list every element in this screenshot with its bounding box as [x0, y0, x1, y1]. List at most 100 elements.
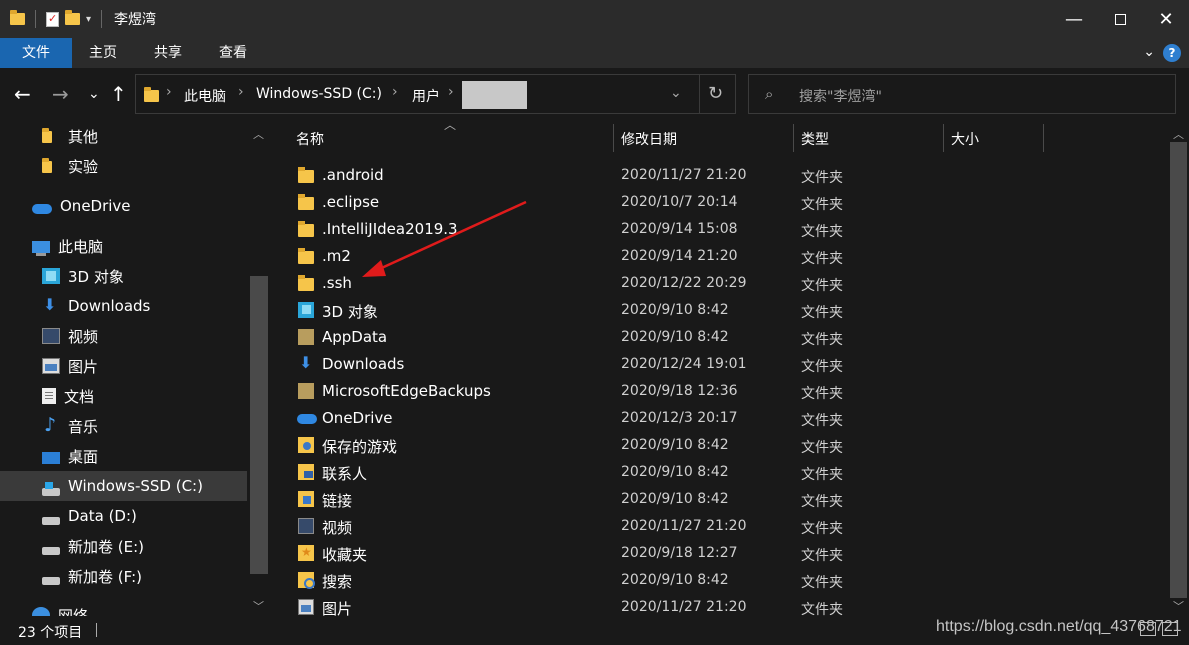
- file-row[interactable]: 3D 对象 2020/9/10 8:42 文件夹: [270, 297, 1168, 324]
- file-type: 文件夹: [801, 170, 843, 186]
- file-date: 2020/11/27 21:20: [621, 167, 747, 183]
- item-count: 23 个项目: [18, 625, 83, 641]
- maximize-button[interactable]: [1097, 0, 1143, 38]
- breadcrumb-this-pc[interactable]: 此电脑: [184, 86, 226, 106]
- tab-home[interactable]: 主页: [78, 38, 128, 68]
- file-type: 文件夹: [801, 278, 843, 294]
- sidebar-item-volume-f[interactable]: 新加卷 (F:): [0, 561, 247, 591]
- search-input[interactable]: 搜索"李煜湾": [799, 86, 882, 106]
- scroll-down-icon[interactable]: ﹀: [1173, 598, 1184, 614]
- file-type: 文件夹: [801, 521, 843, 537]
- navigation-bar: ← → ⌄ ↑ › 此电脑 › Windows-SSD (C:) › 用户 › …: [0, 68, 1189, 124]
- column-type[interactable]: 类型: [801, 129, 829, 149]
- file-date: 2020/9/14 21:20: [621, 248, 738, 264]
- file-row[interactable]: 收藏夹 2020/9/18 12:27 文件夹: [270, 540, 1168, 567]
- sidebar-item-3d-objects[interactable]: 3D 对象: [0, 261, 247, 291]
- scroll-up-icon[interactable]: ︿: [253, 126, 264, 142]
- customize-toolbar-icon[interactable]: ▾: [86, 14, 91, 25]
- sidebar-item-network[interactable]: 网络: [0, 600, 247, 616]
- help-icon[interactable]: ?: [1163, 44, 1181, 62]
- download-icon: [298, 353, 314, 372]
- file-name: 链接: [322, 492, 353, 510]
- forward-button[interactable]: →: [52, 82, 69, 106]
- file-row[interactable]: 链接 2020/9/10 8:42 文件夹: [270, 486, 1168, 513]
- file-row[interactable]: AppData 2020/9/10 8:42 文件夹: [270, 324, 1168, 351]
- file-row[interactable]: .eclipse 2020/10/7 20:14 文件夹: [270, 189, 1168, 216]
- file-type: 文件夹: [801, 467, 843, 483]
- refresh-button[interactable]: ↻: [708, 83, 723, 104]
- sidebar-item-desktop[interactable]: 桌面: [0, 441, 247, 471]
- column-name[interactable]: 名称: [296, 129, 324, 149]
- close-button[interactable]: ✕: [1143, 0, 1189, 38]
- scroll-down-icon[interactable]: ﹀: [253, 598, 264, 614]
- file-row[interactable]: .ssh 2020/12/22 20:29 文件夹: [270, 270, 1168, 297]
- file-row[interactable]: 图片 2020/11/27 21:20 文件夹: [270, 594, 1168, 616]
- breadcrumb-drive[interactable]: Windows-SSD (C:): [256, 86, 382, 102]
- column-divider[interactable]: [943, 124, 944, 152]
- file-list-scrollbar[interactable]: ︿ ﹀: [1168, 124, 1189, 616]
- file-row[interactable]: 搜索 2020/9/10 8:42 文件夹: [270, 567, 1168, 594]
- cube-icon: [298, 302, 314, 318]
- file-row[interactable]: 保存的游戏 2020/9/10 8:42 文件夹: [270, 432, 1168, 459]
- sidebar-item-label: 视频: [68, 327, 99, 346]
- large-icons-view-icon[interactable]: [1162, 622, 1178, 636]
- sidebar-item-other[interactable]: 其他: [0, 124, 247, 151]
- navigation-scrollbar[interactable]: ︿ ﹀: [248, 124, 270, 616]
- details-view-icon[interactable]: [1140, 622, 1156, 636]
- address-bar[interactable]: › 此电脑 › Windows-SSD (C:) › 用户 › ⌄ ↻: [135, 74, 736, 114]
- up-button[interactable]: ↑: [110, 82, 127, 106]
- tab-share[interactable]: 共享: [143, 38, 193, 68]
- sidebar-item-downloads[interactable]: Downloads: [0, 291, 247, 321]
- recent-locations-button[interactable]: ⌄: [88, 86, 100, 102]
- sidebar-item-videos[interactable]: 视频: [0, 321, 247, 351]
- breadcrumb-redacted[interactable]: [462, 81, 527, 109]
- sidebar-item-music[interactable]: 音乐: [0, 411, 247, 441]
- file-row[interactable]: .m2 2020/9/14 21:20 文件夹: [270, 243, 1168, 270]
- file-date: 2020/9/10 8:42: [621, 491, 729, 507]
- column-size[interactable]: 大小: [951, 129, 979, 149]
- hidden-folder-icon: [298, 329, 314, 345]
- search-box[interactable]: ⌕ 搜索"李煜湾": [748, 74, 1176, 114]
- column-divider[interactable]: [793, 124, 794, 152]
- sidebar-item-windows-ssd[interactable]: Windows-SSD (C:): [0, 471, 247, 501]
- file-row[interactable]: 视频 2020/11/27 21:20 文件夹: [270, 513, 1168, 540]
- breadcrumb-separator[interactable]: ›: [392, 84, 398, 100]
- scroll-up-icon[interactable]: ︿: [1173, 126, 1184, 142]
- sidebar-item-experiment[interactable]: 实验: [0, 151, 247, 181]
- tab-file[interactable]: 文件: [0, 38, 72, 68]
- breadcrumb-users[interactable]: 用户: [412, 86, 440, 106]
- back-button[interactable]: ←: [14, 82, 31, 106]
- breadcrumb-separator[interactable]: ›: [448, 84, 454, 100]
- sidebar-item-data-d[interactable]: Data (D:): [0, 501, 247, 531]
- scrollbar-thumb[interactable]: [1170, 142, 1187, 598]
- file-row[interactable]: .android 2020/11/27 21:20 文件夹: [270, 162, 1168, 189]
- cube-icon: [42, 268, 60, 284]
- sidebar-item-volume-e[interactable]: 新加卷 (E:): [0, 531, 247, 561]
- file-date: 2020/10/7 20:14: [621, 194, 738, 210]
- minimize-button[interactable]: —: [1051, 0, 1097, 38]
- sidebar-item-label: 新加卷 (F:): [68, 567, 142, 586]
- scrollbar-thumb[interactable]: [250, 276, 268, 574]
- column-date-modified[interactable]: 修改日期: [621, 129, 677, 149]
- folder-icon: [144, 87, 159, 102]
- expand-ribbon-icon[interactable]: ⌄: [1143, 44, 1155, 60]
- new-folder-icon[interactable]: [65, 10, 80, 25]
- properties-icon[interactable]: [46, 11, 59, 27]
- file-name: 3D 对象: [322, 303, 378, 321]
- file-row[interactable]: .IntelliJIdea2019.3 2020/9/14 15:08 文件夹: [270, 216, 1168, 243]
- sidebar-item-pictures[interactable]: 图片: [0, 351, 247, 381]
- column-divider[interactable]: [613, 124, 614, 152]
- breadcrumb-separator[interactable]: ›: [166, 84, 172, 100]
- file-row[interactable]: MicrosoftEdgeBackups 2020/9/18 12:36 文件夹: [270, 378, 1168, 405]
- sidebar-item-documents[interactable]: 文档: [0, 381, 247, 411]
- breadcrumb-separator[interactable]: ›: [238, 84, 244, 100]
- column-divider[interactable]: [1043, 124, 1044, 152]
- sidebar-item-this-pc[interactable]: 此电脑: [0, 231, 247, 261]
- file-row[interactable]: Downloads 2020/12/24 19:01 文件夹: [270, 351, 1168, 378]
- file-type: 文件夹: [801, 251, 843, 267]
- file-row[interactable]: 联系人 2020/9/10 8:42 文件夹: [270, 459, 1168, 486]
- sidebar-item-onedrive[interactable]: OneDrive: [0, 191, 247, 221]
- tab-view[interactable]: 查看: [208, 38, 258, 68]
- address-history-button[interactable]: ⌄: [670, 85, 682, 101]
- file-row[interactable]: OneDrive 2020/12/3 20:17 文件夹: [270, 405, 1168, 432]
